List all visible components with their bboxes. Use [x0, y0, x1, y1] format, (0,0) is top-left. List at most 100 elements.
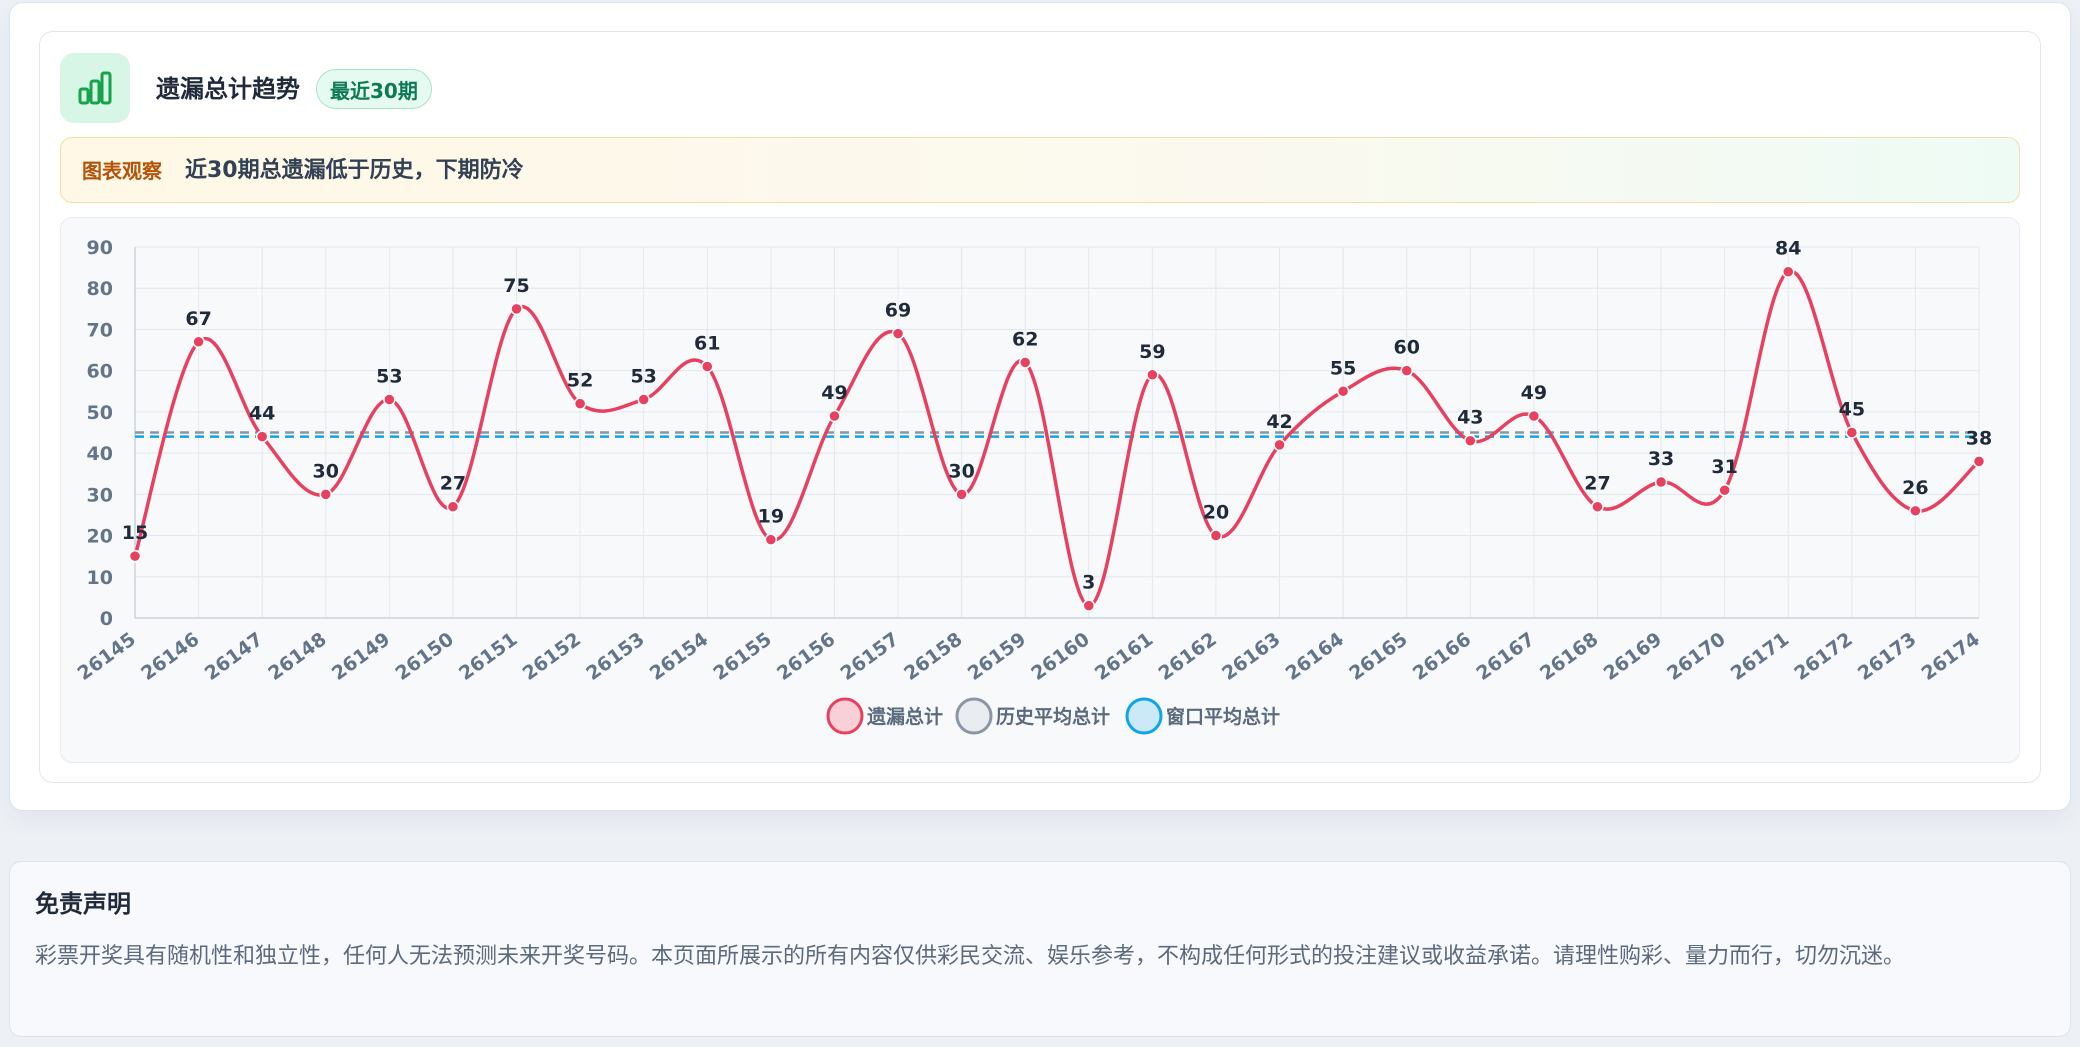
data-point	[573, 397, 587, 410]
data-label: 53	[630, 366, 656, 388]
data-point	[637, 393, 650, 406]
data-label: 3	[1082, 572, 1095, 594]
data-label: 15	[122, 522, 148, 544]
data-label: 53	[376, 366, 402, 388]
data-point	[1527, 409, 1541, 423]
chart-panel: 遗漏总计趋势 最近30期 图表观察 近30期总遗漏低于历史，下期防冷 0 10 20…	[39, 31, 2041, 783]
legend-marker	[826, 697, 864, 735]
chart-area: 0 10 20 30 40 50 60 70 80 90 26145 26146 26147 26148 2…	[60, 217, 2020, 763]
data-label: 30	[948, 460, 974, 482]
data-label: 31	[1711, 456, 1737, 478]
y-tick-label: 80	[87, 278, 113, 300]
data-label: 84	[1775, 238, 1801, 260]
data-point	[128, 549, 142, 563]
x-tick-label: 26158	[900, 628, 966, 685]
y-tick-label: 40	[87, 443, 113, 465]
data-label: 44	[249, 403, 275, 425]
x-tick-label: 26150	[391, 628, 457, 685]
data-label: 26	[1902, 477, 1928, 499]
x-tick-label: 26172	[1790, 628, 1856, 685]
y-tick-label: 90	[87, 237, 113, 259]
x-tick-label: 26145	[74, 628, 140, 685]
data-point	[828, 409, 841, 423]
data-label: 49	[821, 382, 847, 404]
series-line-omission-total	[133, 269, 1981, 608]
data-point	[955, 488, 968, 501]
disclaimer-title: 免责声明	[35, 890, 131, 918]
y-tick-label: 70	[87, 319, 113, 341]
data-point	[1146, 368, 1159, 382]
insight-text: 近30期总遗漏低于历史，下期防冷	[185, 158, 524, 183]
y-tick-label: 30	[87, 484, 113, 506]
x-tick-label: 26152	[519, 628, 585, 685]
legend-marker	[1125, 697, 1163, 735]
x-tick-label: 26154	[646, 628, 712, 685]
data-point	[383, 393, 396, 406]
data-point	[192, 335, 205, 349]
x-tick-label: 26163	[1218, 628, 1284, 685]
data-point	[1718, 483, 1731, 497]
data-label: 30	[313, 460, 339, 482]
data-label: 38	[1966, 427, 1992, 449]
data-label: 43	[1457, 407, 1483, 429]
x-tick-label: 26174	[1918, 628, 1984, 685]
data-label: 60	[1393, 337, 1419, 359]
x-tick-label: 26165	[1345, 628, 1411, 685]
data-point	[1273, 438, 1286, 452]
data-label: 42	[1266, 411, 1292, 433]
data-point	[1972, 455, 1986, 468]
period-badge: 最近30期	[316, 69, 432, 109]
x-tick-label: 26147	[201, 628, 267, 685]
data-label: 33	[1648, 448, 1674, 470]
data-label: 20	[1203, 502, 1229, 524]
x-tick-label: 26166	[1409, 628, 1475, 685]
x-tick-label: 26173	[1854, 628, 1920, 685]
data-point	[1591, 500, 1604, 513]
x-tick-label: 26146	[137, 628, 203, 685]
data-label: 49	[1521, 382, 1547, 404]
data-point	[1781, 265, 1795, 278]
data-label: 59	[1139, 341, 1165, 363]
x-tick-label: 26162	[1154, 628, 1220, 685]
y-tick-label: 20	[87, 526, 113, 548]
y-tick-label: 10	[87, 567, 113, 589]
data-point	[255, 430, 269, 443]
trend-card: 遗漏总计趋势 最近30期 图表观察 近30期总遗漏低于历史，下期防冷 0 10 20…	[9, 2, 2071, 811]
x-tick-label: 26171	[1727, 628, 1793, 685]
legend-marker	[955, 697, 993, 735]
data-point	[1018, 356, 1032, 369]
data-label: 45	[1839, 399, 1865, 421]
y-tick-label: 60	[87, 361, 113, 383]
legend-label: 窗口平均总计	[1166, 705, 1280, 728]
data-label: 52	[567, 370, 593, 392]
data-point	[1336, 385, 1350, 398]
x-tick-label: 26164	[1282, 628, 1348, 685]
data-point	[764, 533, 778, 546]
data-label: 69	[885, 300, 911, 322]
data-label: 19	[758, 506, 784, 528]
disclaimer-text: 彩票开奖具有随机性和独立性，任何人无法预测未来开奖号码。本页面所展示的所有内容仅…	[35, 944, 1906, 969]
x-tick-label: 26168	[1536, 628, 1602, 685]
x-tick-label: 26167	[1472, 628, 1538, 685]
x-tick-label: 26156	[773, 628, 839, 685]
y-tick-label: 50	[87, 402, 113, 424]
bar-chart-icon	[60, 53, 130, 123]
insight-banner: 图表观察 近30期总遗漏低于历史，下期防冷	[60, 137, 2020, 203]
data-label: 61	[694, 333, 720, 355]
x-tick-label: 26149	[328, 628, 394, 685]
x-tick-label: 26161	[1091, 628, 1157, 685]
x-tick-label: 26155	[709, 628, 775, 685]
data-point	[1400, 364, 1413, 377]
data-point	[891, 327, 905, 340]
data-point	[1845, 426, 1859, 439]
data-point	[1464, 434, 1477, 447]
data-label: 75	[503, 275, 529, 297]
line-chart: 0102030405060708090261452614626147261482…	[74, 237, 1992, 735]
data-point	[701, 360, 714, 373]
disclaimer-section: 免责声明 彩票开奖具有随机性和独立性，任何人无法预测未来开奖号码。本页面所展示的…	[9, 861, 2071, 1037]
x-tick-label: 26151	[455, 628, 521, 685]
x-tick-label: 26157	[837, 628, 903, 685]
data-label: 27	[1584, 473, 1610, 495]
insight-tag: 图表观察	[82, 159, 162, 183]
x-tick-label: 26170	[1663, 628, 1729, 685]
